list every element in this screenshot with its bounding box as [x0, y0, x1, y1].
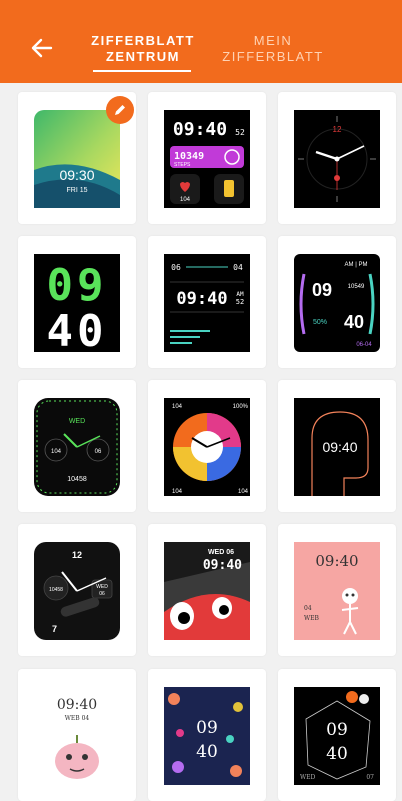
watchface-card-1[interactable]: 09:30 FRI 15 — [18, 92, 136, 224]
tab-label-line1: MEIN — [253, 33, 293, 48]
watchface-card-3[interactable]: 12 — [278, 92, 396, 224]
face-left-top: 104 — [172, 404, 183, 410]
face-day: WED — [69, 418, 85, 425]
face-steps: 10349 — [174, 151, 204, 162]
active-tab-indicator — [93, 70, 191, 72]
watchface-card-13[interactable]: 09:40 WEB 04 — [18, 669, 136, 801]
face-percent: 50% — [313, 319, 327, 326]
face-bottom-left: 104 — [172, 489, 183, 495]
face-day-date: WED 06 — [208, 549, 234, 556]
face-hour: 09 — [312, 280, 332, 300]
face-right-num: 04 — [233, 263, 243, 272]
watchface-preview: WED 06 09:40 — [164, 542, 250, 640]
watchface-grid: 09:30 FRI 15 09:40 52 10349 STEPS 104 12… — [0, 83, 402, 801]
face-seconds: 52 — [236, 298, 244, 306]
face-bottom-right: 104 — [238, 489, 249, 495]
face-steps: 10549 — [348, 284, 365, 290]
watchface-preview: 09:30 FRI 15 — [34, 110, 120, 208]
watchface-card-9[interactable]: 09:40 — [278, 380, 396, 512]
watchface-preview: 09 40 — [164, 687, 250, 785]
watchface-preview: 12 — [294, 110, 380, 208]
face-ampm: AM | PM — [345, 262, 368, 268]
pencil-icon — [115, 105, 125, 115]
tab-label-line1: ZIFFERBLATT — [91, 33, 195, 48]
watchface-preview: 09 40 WED 07 — [294, 687, 380, 785]
watchface-card-12[interactable]: 09:40 04 WEB — [278, 524, 396, 656]
face-day: WED — [96, 584, 108, 590]
face-minute: 40 — [326, 744, 348, 764]
face-time: 09:40 — [322, 439, 357, 455]
face-seven: 7 — [52, 624, 57, 634]
face-ampm: AM — [236, 291, 244, 298]
face-date: FRI 15 — [66, 187, 87, 194]
edit-button[interactable] — [106, 96, 134, 124]
face-hour: 09 — [326, 720, 348, 740]
back-button[interactable] — [30, 36, 54, 60]
tab-label-line2: ZENTRUM — [105, 49, 181, 64]
face-time: 09:40 — [203, 558, 242, 573]
face-bottom: 10458 — [67, 476, 87, 483]
face-day: WEB — [304, 615, 320, 622]
watchface-card-5[interactable]: 06 04 09:40 AM 52 — [148, 236, 266, 368]
face-twelve: 12 — [333, 125, 342, 134]
face-minute: 40 — [344, 312, 364, 332]
tab-watchface-center[interactable]: ZIFFERBLATT ZENTRUM — [90, 33, 196, 65]
tab-my-watchface[interactable]: MEIN ZIFFERBLATT — [218, 33, 328, 65]
face-time: 09:40 — [173, 119, 227, 140]
face-time: 09:30 — [59, 167, 94, 183]
watchface-preview: 09:40 04 WEB — [294, 542, 380, 640]
battery-icon — [224, 180, 234, 197]
watchface-preview: 09 40 — [34, 254, 120, 352]
watchface-preview: 12 10458 WED 06 7 — [34, 542, 120, 640]
watchface-preview: AM | PM 09 10549 50% 40 06-04 — [294, 254, 380, 352]
watchface-preview: 09:40 — [294, 398, 380, 496]
face-left: 10458 — [49, 587, 63, 593]
watchface-card-11[interactable]: WED 06 09:40 — [148, 524, 266, 656]
face-date: 04 — [304, 605, 312, 612]
watchface-card-14[interactable]: 09 40 — [148, 669, 266, 801]
watchface-card-15[interactable]: 09 40 WED 07 — [278, 669, 396, 801]
watchface-card-10[interactable]: 12 10458 WED 06 7 — [18, 524, 136, 656]
face-date: 07 — [366, 774, 374, 781]
tab-label-line2: ZIFFERBLATT — [222, 49, 324, 64]
face-left-num: 06 — [171, 263, 181, 272]
face-right-top: 100% — [233, 404, 249, 410]
face-minute: 40 — [47, 306, 108, 352]
face-hour: 09 — [47, 260, 108, 311]
face-steps-label: STEPS — [174, 162, 191, 168]
face-date: 06-04 — [356, 342, 372, 348]
face-time: 09:40 — [57, 697, 97, 713]
face-hour: 09 — [196, 718, 218, 738]
watchface-preview: 09:40 52 10349 STEPS 104 — [164, 110, 250, 208]
face-date: 06 — [99, 591, 105, 597]
watchface-preview: 104 100% 104 104 — [164, 398, 250, 496]
face-day: WEB 04 — [65, 715, 90, 722]
watchface-card-4[interactable]: 09 40 — [18, 236, 136, 368]
face-twelve: 12 — [72, 550, 82, 560]
watchface-preview: 06 04 09:40 AM 52 — [164, 254, 250, 352]
face-day: WED — [300, 774, 316, 781]
face-minute: 40 — [196, 742, 218, 762]
face-left: 104 — [51, 449, 62, 455]
arrow-left-icon — [31, 38, 53, 58]
face-time: 09:40 — [176, 289, 227, 309]
face-time: 09:40 — [315, 552, 358, 570]
face-heart-rate: 104 — [180, 197, 191, 203]
face-seconds: 52 — [235, 128, 245, 137]
watchface-card-6[interactable]: AM | PM 09 10549 50% 40 06-04 — [278, 236, 396, 368]
watchface-card-8[interactable]: 104 100% 104 104 — [148, 380, 266, 512]
app-header: ZIFFERBLATT ZENTRUM MEIN ZIFFERBLATT — [0, 0, 402, 83]
face-right: 06 — [95, 449, 102, 455]
watchface-preview: 09:40 WEB 04 — [34, 687, 120, 785]
watchface-preview: WED 104 06 10458 — [34, 398, 120, 496]
watchface-card-2[interactable]: 09:40 52 10349 STEPS 104 — [148, 92, 266, 224]
watchface-card-7[interactable]: WED 104 06 10458 — [18, 380, 136, 512]
